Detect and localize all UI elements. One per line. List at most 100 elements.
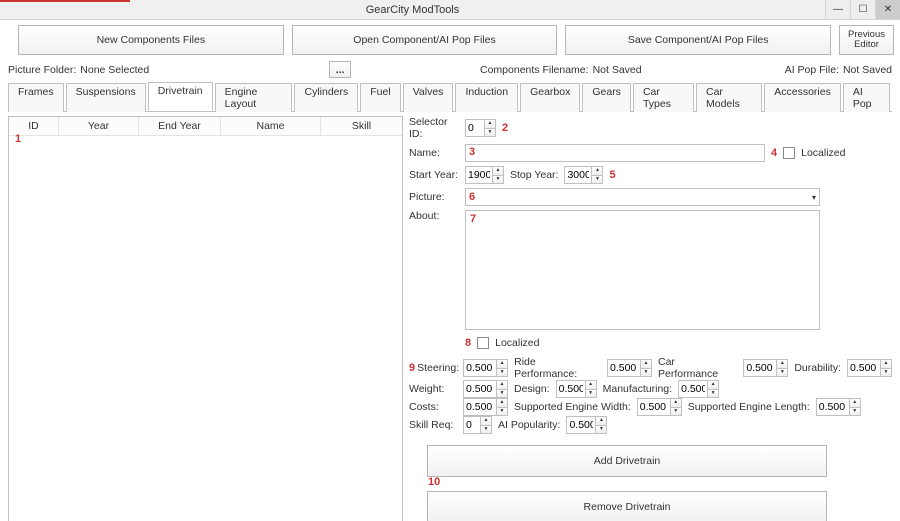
stop-year-spinner[interactable]: ▲▼: [564, 166, 603, 184]
down-arrow-icon[interactable]: ▼: [641, 369, 651, 377]
title-accent: [0, 0, 130, 2]
col-skill[interactable]: Skill: [321, 117, 402, 135]
up-arrow-icon[interactable]: ▲: [708, 381, 718, 390]
up-arrow-icon[interactable]: ▲: [671, 399, 681, 408]
tab-suspensions[interactable]: Suspensions: [66, 83, 146, 112]
tab-fuel[interactable]: Fuel: [360, 83, 400, 112]
col-year[interactable]: Year: [59, 117, 139, 135]
design-spinner[interactable]: ▲▼: [556, 380, 597, 398]
components-table: ID Year End Year Name Skill 1: [8, 116, 403, 521]
durability-spinner[interactable]: ▲▼: [847, 359, 892, 377]
about-localized-checkbox[interactable]: [477, 337, 489, 349]
stop-year-label: Stop Year:: [510, 169, 558, 181]
save-components-button[interactable]: Save Component/AI Pop Files: [565, 25, 831, 55]
up-arrow-icon[interactable]: ▲: [850, 399, 860, 408]
stop-year-input[interactable]: [565, 167, 591, 183]
down-arrow-icon[interactable]: ▼: [708, 390, 718, 398]
close-button[interactable]: ✕: [875, 0, 900, 19]
down-arrow-icon[interactable]: ▼: [481, 426, 491, 434]
selector-id-input[interactable]: [466, 120, 484, 136]
sew-input[interactable]: [638, 399, 670, 415]
carperf-spinner[interactable]: ▲▼: [743, 359, 788, 377]
down-arrow-icon[interactable]: ▼: [881, 369, 891, 377]
down-arrow-icon[interactable]: ▼: [497, 369, 507, 377]
down-arrow-icon[interactable]: ▼: [586, 390, 596, 398]
aipop-input[interactable]: [567, 417, 595, 433]
start-year-spinner[interactable]: ▲▼: [465, 166, 504, 184]
costs-input[interactable]: [464, 399, 496, 415]
manufacturing-spinner[interactable]: ▲▼: [678, 380, 719, 398]
new-components-button[interactable]: New Components Files: [18, 25, 284, 55]
down-arrow-icon[interactable]: ▼: [497, 390, 507, 398]
tab-car-models[interactable]: Car Models: [696, 83, 762, 112]
tab-valves[interactable]: Valves: [403, 83, 454, 112]
remove-drivetrain-button[interactable]: Remove Drivetrain 11: [427, 491, 827, 521]
weight-spinner[interactable]: ▲▼: [463, 380, 508, 398]
costs-spinner[interactable]: ▲▼: [463, 398, 508, 416]
selector-id-spinner[interactable]: ▲▼: [465, 119, 496, 137]
up-arrow-icon[interactable]: ▲: [497, 360, 507, 369]
down-arrow-icon[interactable]: ▼: [596, 426, 606, 434]
maximize-button[interactable]: ☐: [850, 0, 875, 19]
start-year-input[interactable]: [466, 167, 492, 183]
tab-frames[interactable]: Frames: [8, 83, 64, 112]
tab-ai-pop[interactable]: AI Pop: [843, 83, 890, 112]
sew-label: Supported Engine Width:: [514, 401, 631, 413]
down-arrow-icon[interactable]: ▼: [592, 176, 602, 184]
localized-checkbox[interactable]: [783, 147, 795, 159]
design-input[interactable]: [557, 381, 585, 397]
up-arrow-icon[interactable]: ▲: [493, 167, 503, 176]
weight-input[interactable]: [464, 381, 496, 397]
down-arrow-icon[interactable]: ▼: [671, 408, 681, 416]
up-arrow-icon[interactable]: ▲: [485, 120, 495, 129]
tab-accessories[interactable]: Accessories: [764, 83, 841, 112]
up-arrow-icon[interactable]: ▲: [592, 167, 602, 176]
down-arrow-icon[interactable]: ▼: [485, 129, 495, 137]
down-arrow-icon[interactable]: ▼: [777, 369, 787, 377]
skillreq-label: Skill Req:: [409, 419, 457, 431]
col-name[interactable]: Name: [221, 117, 321, 135]
ride-spinner[interactable]: ▲▼: [607, 359, 652, 377]
tab-induction[interactable]: Induction: [455, 83, 518, 112]
aipop-spinner[interactable]: ▲▼: [566, 416, 607, 434]
tab-cylinders[interactable]: Cylinders: [294, 83, 358, 112]
col-end-year[interactable]: End Year: [139, 117, 221, 135]
tab-engine-layout[interactable]: Engine Layout: [215, 83, 293, 112]
tabs: Frames Suspensions Drivetrain Engine Lay…: [8, 82, 892, 112]
steering-spinner[interactable]: ▲▼: [463, 359, 508, 377]
manufacturing-input[interactable]: [679, 381, 707, 397]
durability-input[interactable]: [848, 360, 880, 376]
sel-spinner[interactable]: ▲▼: [816, 398, 861, 416]
tab-drivetrain[interactable]: Drivetrain: [148, 82, 213, 111]
up-arrow-icon[interactable]: ▲: [497, 399, 507, 408]
ride-input[interactable]: [608, 360, 640, 376]
steering-input[interactable]: [464, 360, 496, 376]
tab-gearbox[interactable]: Gearbox: [520, 83, 580, 112]
skillreq-input[interactable]: [464, 417, 480, 433]
up-arrow-icon[interactable]: ▲: [586, 381, 596, 390]
down-arrow-icon[interactable]: ▼: [850, 408, 860, 416]
minimize-button[interactable]: —: [825, 0, 850, 19]
tab-gears[interactable]: Gears: [582, 83, 631, 112]
durability-label: Durability:: [794, 362, 841, 374]
carperf-input[interactable]: [744, 360, 776, 376]
sel-input[interactable]: [817, 399, 849, 415]
open-components-button[interactable]: Open Component/AI Pop Files: [292, 25, 558, 55]
up-arrow-icon[interactable]: ▲: [596, 417, 606, 426]
up-arrow-icon[interactable]: ▲: [497, 381, 507, 390]
skillreq-spinner[interactable]: ▲▼: [463, 416, 492, 434]
up-arrow-icon[interactable]: ▲: [777, 360, 787, 369]
about-textarea[interactable]: 7: [465, 210, 820, 330]
down-arrow-icon[interactable]: ▼: [497, 408, 507, 416]
tab-car-types[interactable]: Car Types: [633, 83, 694, 112]
up-arrow-icon[interactable]: ▲: [481, 417, 491, 426]
picture-dropdown[interactable]: 6 ▾: [465, 188, 820, 206]
up-arrow-icon[interactable]: ▲: [881, 360, 891, 369]
add-drivetrain-button[interactable]: Add Drivetrain 10: [427, 445, 827, 477]
name-input[interactable]: [465, 144, 765, 162]
up-arrow-icon[interactable]: ▲: [641, 360, 651, 369]
previous-editor-button[interactable]: Previous Editor: [839, 25, 894, 55]
browse-folder-button[interactable]: ...: [329, 61, 351, 78]
sew-spinner[interactable]: ▲▼: [637, 398, 682, 416]
down-arrow-icon[interactable]: ▼: [493, 176, 503, 184]
